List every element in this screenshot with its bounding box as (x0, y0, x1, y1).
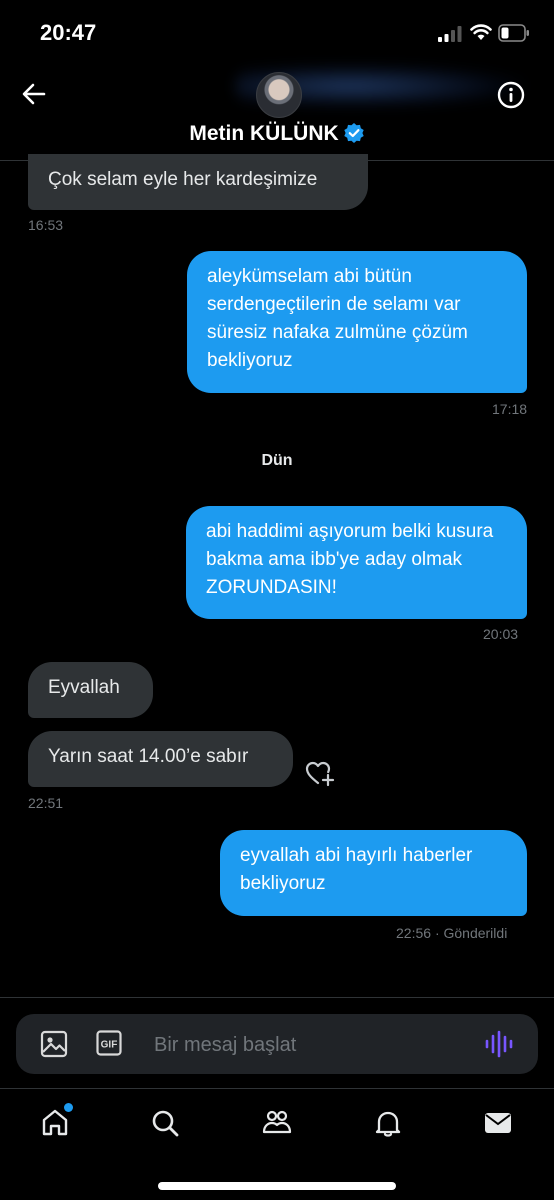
message-bubble-incoming[interactable]: Eyvallah (28, 662, 153, 718)
verified-badge-icon (343, 123, 364, 143)
message-bubble-incoming[interactable]: Çok selam eyle her kardeşimize (28, 154, 368, 210)
message-composer: GIF (16, 1014, 538, 1074)
conversation-header: Metin KÜLÜNK (0, 62, 554, 160)
tab-home[interactable] (35, 1103, 75, 1143)
message-bubble-outgoing[interactable]: eyvallah abi hayırlı haberler bekliyoruz (220, 830, 527, 916)
message-bubble-incoming[interactable]: Yarın saat 14.00’e sabır (28, 731, 293, 787)
mail-icon (485, 1113, 511, 1133)
message-bubble-outgoing[interactable]: abi haddimi aşıyorum belki kusura bakma … (186, 506, 527, 619)
svg-text:GIF: GIF (101, 1040, 118, 1051)
avatar[interactable] (256, 72, 302, 118)
back-arrow-icon[interactable] (18, 78, 50, 110)
message-timestamp: 22:51 (28, 795, 64, 811)
message-status-row: 22:56 · Gönderildi (396, 925, 507, 941)
message-timestamp: 20:03 (483, 626, 519, 642)
tab-messages[interactable] (478, 1103, 518, 1143)
communities-icon (262, 1110, 292, 1134)
wifi-icon (470, 24, 492, 40)
tab-search[interactable] (145, 1103, 185, 1143)
message-timestamp: 17:18 (492, 401, 528, 417)
message-status: · Gönderildi (434, 925, 508, 941)
search-icon (152, 1110, 179, 1137)
contact-name: Metin KÜLÜNK (189, 122, 339, 145)
status-bar: 20:47 (0, 0, 554, 62)
contact-name-row[interactable]: Metin KÜLÜNK (0, 122, 554, 146)
info-icon[interactable] (496, 80, 526, 110)
cellular-signal-icon (438, 26, 462, 42)
message-input[interactable] (152, 1028, 456, 1062)
battery-icon (498, 24, 529, 42)
message-bubble-outgoing[interactable]: aleykümselam abi bütün serdengeçtilerin … (187, 251, 527, 393)
gif-icon[interactable]: GIF (96, 1030, 122, 1056)
status-time: 20:47 (40, 20, 97, 45)
home-indicator (158, 1182, 396, 1190)
message-timestamp: 22:56 (396, 925, 432, 941)
tab-communities[interactable] (257, 1103, 297, 1143)
notification-dot (64, 1103, 73, 1112)
day-separator: Dün (261, 452, 293, 469)
add-reaction-heart-icon[interactable] (304, 758, 336, 788)
bell-icon (375, 1111, 401, 1137)
tab-notifications[interactable] (368, 1103, 408, 1143)
image-icon[interactable] (40, 1030, 68, 1058)
composer-divider (0, 997, 554, 998)
message-timestamp: 16:53 (28, 217, 64, 233)
voice-message-icon[interactable] (484, 1030, 514, 1058)
